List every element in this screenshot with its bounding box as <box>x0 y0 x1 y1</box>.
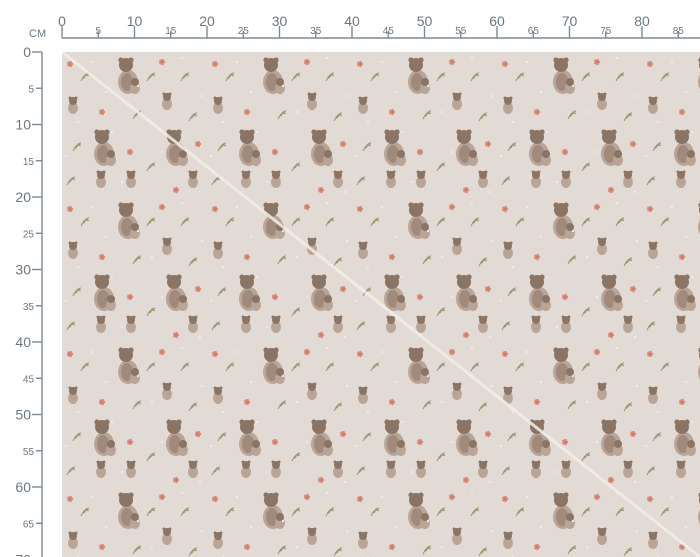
vertical-tick-label: 10 <box>15 117 31 133</box>
horizontal-tick-label: 85 <box>673 26 685 37</box>
horizontal-tick-label: 70 <box>562 13 578 29</box>
horizontal-tick-label: 20 <box>199 13 215 29</box>
horizontal-tick-label: 40 <box>344 13 360 29</box>
fabric-pattern <box>62 52 700 557</box>
vertical-tick-label: 55 <box>23 447 35 458</box>
horizontal-ruler: 0 5 10 15 20 25 30 35 40 45 50 55 60 65 70 75 80 85 <box>58 13 700 39</box>
ruler-unit-label: CM <box>29 28 46 40</box>
horizontal-tick-label: 25 <box>238 26 250 37</box>
vertical-tick-label: 15 <box>23 157 35 168</box>
horizontal-tick-label: 60 <box>489 13 505 29</box>
vertical-tick-label: 0 <box>23 44 31 60</box>
vertical-tick-label: 5 <box>28 84 34 95</box>
horizontal-tick-label: 50 <box>417 13 433 29</box>
horizontal-tick-label: 35 <box>310 26 322 37</box>
vertical-tick-label: 30 <box>15 262 31 278</box>
vertical-tick-label: 65 <box>23 519 35 530</box>
horizontal-tick-label: 65 <box>528 26 540 37</box>
horizontal-tick-label: 10 <box>127 13 143 29</box>
horizontal-tick-label: 80 <box>634 13 650 29</box>
vertical-tick-label: 50 <box>15 407 31 423</box>
horizontal-tick-label: 0 <box>58 13 66 29</box>
vertical-tick-label: 60 <box>15 479 31 495</box>
horizontal-tick-label: 5 <box>95 26 101 37</box>
horizontal-tick-label: 55 <box>455 26 467 37</box>
vertical-tick-label: 45 <box>23 374 35 385</box>
vertical-tick-label: 40 <box>15 334 31 350</box>
fabric-preview <box>62 52 700 557</box>
horizontal-tick-label: 15 <box>165 26 177 37</box>
horizontal-tick-label: 75 <box>600 26 612 37</box>
vertical-tick-label: 20 <box>15 189 31 205</box>
vertical-tick-label: 70 <box>15 552 31 557</box>
horizontal-tick-label: 45 <box>383 26 395 37</box>
vertical-ruler: 0 5 10 15 20 25 30 35 40 45 50 55 60 65 70 <box>15 44 43 557</box>
horizontal-tick-label: 30 <box>272 13 288 29</box>
vertical-tick-label: 25 <box>23 229 35 240</box>
vertical-tick-label: 35 <box>23 302 35 313</box>
